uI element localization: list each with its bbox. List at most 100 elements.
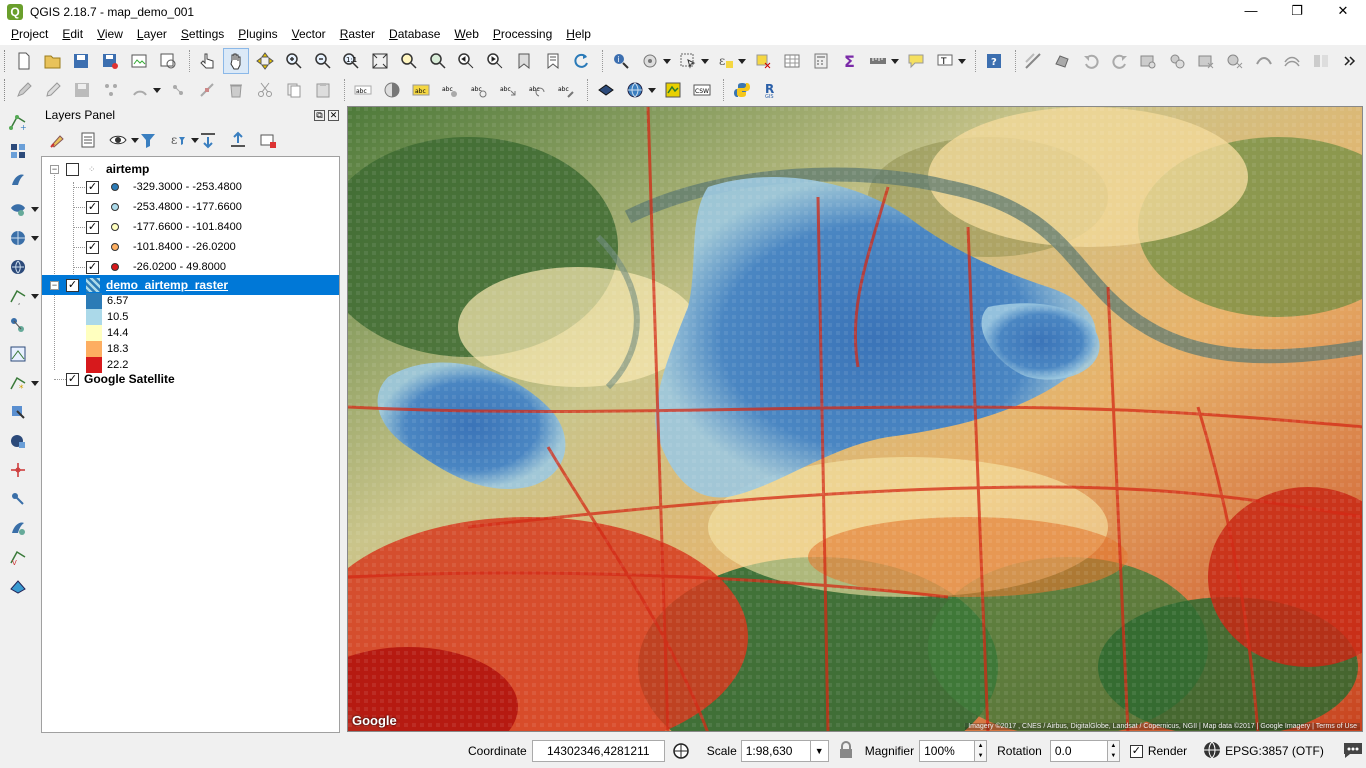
show-hide-labels-icon[interactable]: abc	[466, 77, 492, 103]
coordinate-toggle-icon[interactable]	[671, 741, 691, 761]
restore-button[interactable]: ❐	[1274, 0, 1320, 23]
metasearch-icon[interactable]: CSW	[689, 77, 715, 103]
minimize-button[interactable]: —	[1228, 0, 1274, 23]
remove-layer-icon[interactable]	[255, 127, 281, 153]
current-edits-icon[interactable]	[11, 77, 37, 103]
add-vector-layer-icon[interactable]: +	[5, 109, 31, 135]
add-spatialite-layer-icon[interactable]	[593, 77, 619, 103]
menu-edit[interactable]: Edit	[55, 23, 90, 45]
select-features-icon[interactable]	[675, 48, 709, 74]
toolbar-grip[interactable]	[4, 49, 7, 72]
zoom-to-selection-icon[interactable]	[396, 48, 422, 74]
add-postgis-layer-icon[interactable]	[5, 167, 31, 193]
whats-this-icon[interactable]: ?	[981, 48, 1007, 74]
add-group-icon[interactable]	[75, 127, 101, 153]
pan-map-icon[interactable]	[223, 47, 250, 74]
change-label-icon[interactable]: abc	[553, 77, 579, 103]
add-feature-icon[interactable]	[98, 77, 124, 103]
zoom-native-icon[interactable]: 1:1	[338, 48, 364, 74]
paste-features-icon[interactable]	[310, 77, 336, 103]
fill-ring-icon[interactable]	[1049, 48, 1075, 74]
save-project-icon[interactable]	[69, 48, 95, 74]
menu-database[interactable]: Database	[382, 23, 447, 45]
lock-scale-icon[interactable]	[837, 740, 855, 763]
class-visibility-checkbox[interactable]: ✓	[86, 260, 99, 274]
rotate-label-icon[interactable]: abc	[524, 77, 550, 103]
add-delimited-vector-icon[interactable]: V	[5, 544, 31, 570]
add-wcs-icon[interactable]	[5, 341, 31, 367]
collapse-airtemp-toggle[interactable]: −	[50, 164, 59, 174]
menu-help[interactable]: Help	[559, 23, 598, 45]
collapse-all-icon[interactable]	[225, 127, 251, 153]
add-wms-layer-icon[interactable]	[622, 77, 656, 103]
magnifier-field[interactable]: 100%	[919, 740, 976, 762]
python-console-icon[interactable]	[729, 77, 755, 103]
zoom-last-icon[interactable]	[454, 48, 480, 74]
coordinate-field[interactable]: 14302346,4281211	[531, 740, 665, 762]
new-bookmark-icon[interactable]	[511, 48, 537, 74]
delete-part-icon[interactable]	[1222, 48, 1248, 74]
legend-class-5[interactable]: ✓ -26.0200 - 49.8000	[42, 257, 339, 277]
add-oracle-icon[interactable]	[5, 399, 31, 425]
magnifier-spinner[interactable]: ▲ ▼	[975, 740, 988, 762]
legend-class-1[interactable]: ✓ -329.3000 - -253.4800	[42, 177, 339, 197]
add-ring-icon[interactable]	[1136, 48, 1162, 74]
digitize-offset-icon[interactable]	[1021, 48, 1047, 74]
print-composer-icon[interactable]	[126, 48, 152, 74]
close-button[interactable]: ✕	[1320, 0, 1366, 23]
panel-close-button[interactable]: ✕	[328, 109, 339, 121]
raster-visibility-checkbox[interactable]: ✓	[66, 278, 79, 292]
show-bookmarks-icon[interactable]	[540, 48, 566, 74]
redo-icon[interactable]	[1107, 48, 1133, 74]
layer-labeling-icon[interactable]: abc	[350, 77, 376, 103]
collapse-raster-toggle[interactable]: −	[50, 280, 59, 290]
class-visibility-checkbox[interactable]: ✓	[86, 180, 99, 194]
menu-raster[interactable]: Raster	[333, 23, 382, 45]
new-project-icon[interactable]	[11, 48, 37, 74]
zoom-out-icon[interactable]	[310, 48, 336, 74]
add-geopackage-icon[interactable]	[5, 573, 31, 599]
layer-google-satellite[interactable]: ✓ Google Satellite	[42, 369, 339, 389]
split-parts-icon[interactable]	[1308, 48, 1334, 74]
field-calculator-icon[interactable]	[808, 48, 834, 74]
menu-web[interactable]: Web	[447, 23, 485, 45]
node-tool-icon[interactable]	[194, 77, 220, 103]
add-db2-icon[interactable]	[5, 428, 31, 454]
class-visibility-checkbox[interactable]: ✓	[86, 200, 99, 214]
new-shapefile-icon[interactable]: *	[5, 370, 39, 396]
menu-processing[interactable]: Processing	[486, 23, 559, 45]
identify-features-icon[interactable]: i	[608, 48, 634, 74]
composer-manager-icon[interactable]	[155, 48, 181, 74]
messages-icon[interactable]	[1342, 741, 1364, 762]
cut-features-icon[interactable]	[252, 77, 278, 103]
zoom-next-icon[interactable]	[482, 48, 508, 74]
refresh-icon[interactable]	[569, 48, 595, 74]
filter-by-expression-icon[interactable]: ε	[165, 127, 199, 153]
menu-vector[interactable]: Vector	[285, 23, 333, 45]
r-geo-plugin-icon[interactable]: R GIS	[758, 77, 784, 103]
filter-legend-icon[interactable]	[135, 127, 161, 153]
expand-all-icon[interactable]	[195, 127, 221, 153]
class-visibility-checkbox[interactable]: ✓	[86, 220, 99, 234]
offset-curve-icon[interactable]	[1279, 48, 1305, 74]
pin-labels-icon[interactable]: abc	[437, 77, 463, 103]
attribute-table-icon[interactable]	[779, 48, 805, 74]
toolbar-grip[interactable]	[4, 78, 7, 101]
touch-zoom-icon[interactable]	[195, 48, 221, 74]
add-wcs-layer-icon[interactable]	[660, 77, 686, 103]
add-raster-layer-icon[interactable]	[5, 138, 31, 164]
add-geonode-icon[interactable]	[5, 457, 31, 483]
rotation-spinner[interactable]: ▲ ▼	[1107, 740, 1120, 762]
deselect-all-icon[interactable]	[750, 48, 776, 74]
delete-selected-icon[interactable]	[223, 77, 249, 103]
add-virtual-layer-icon[interactable]	[5, 312, 31, 338]
map-tips-icon[interactable]	[903, 48, 929, 74]
delete-ring-icon[interactable]	[1193, 48, 1219, 74]
zoom-full-icon[interactable]	[367, 48, 393, 74]
menu-view[interactable]: View	[90, 23, 130, 45]
menu-settings[interactable]: Settings	[174, 23, 231, 45]
class-visibility-checkbox[interactable]: ✓	[86, 240, 99, 254]
add-wms-icon[interactable]	[5, 225, 39, 251]
add-delimited-text-icon[interactable]: ,	[5, 283, 39, 309]
airtemp-visibility-checkbox[interactable]	[66, 162, 79, 176]
